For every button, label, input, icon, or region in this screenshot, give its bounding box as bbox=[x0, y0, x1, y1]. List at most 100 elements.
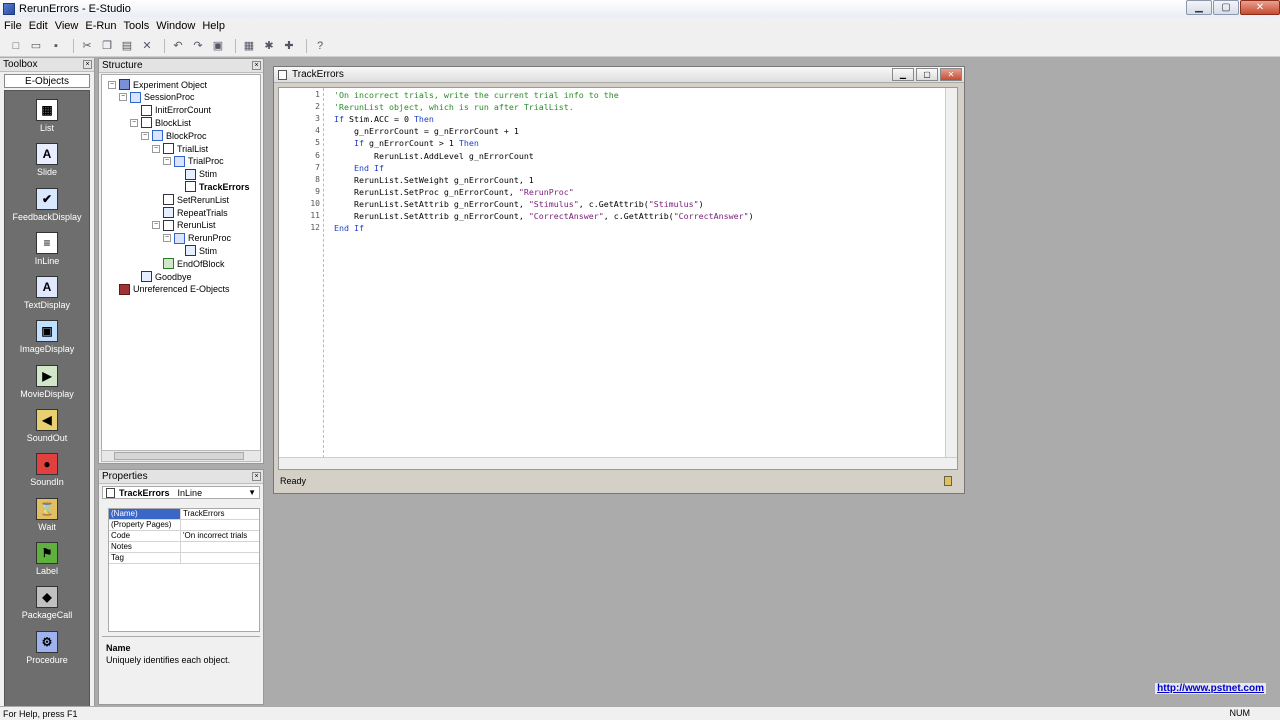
code-line[interactable]: 'RerunList object, which is run after Tr… bbox=[334, 102, 574, 112]
help-icon[interactable]: ? bbox=[312, 38, 328, 54]
property-value[interactable] bbox=[181, 520, 259, 530]
object-selector[interactable]: TrackErrors InLine ▼ bbox=[102, 486, 260, 499]
pstnet-link[interactable]: http://www.pstnet.com bbox=[1155, 683, 1266, 694]
new-icon[interactable]: □ bbox=[8, 38, 24, 54]
toolbox-item-label[interactable]: ⚑ Label bbox=[5, 541, 89, 586]
save-icon[interactable]: ▪ bbox=[48, 38, 64, 54]
menu-window[interactable]: Window bbox=[156, 20, 195, 32]
collapse-icon[interactable]: − bbox=[152, 144, 160, 153]
toolbox-item-inline[interactable]: ≡ InLine bbox=[5, 231, 89, 276]
close-icon[interactable]: × bbox=[83, 60, 92, 69]
close-button[interactable]: ✕ bbox=[1240, 0, 1280, 15]
tree-node[interactable]: Unreferenced E-Objects bbox=[108, 283, 230, 296]
tree-node[interactable]: − BlockList bbox=[130, 116, 191, 129]
code-line[interactable]: RerunList.AddLevel g_nErrorCount bbox=[334, 151, 534, 161]
tree-node[interactable]: − TrialProc bbox=[163, 155, 224, 168]
menu-help[interactable]: Help bbox=[202, 20, 225, 32]
editor-horizontal-scrollbar[interactable] bbox=[279, 457, 957, 469]
collapse-icon[interactable]: − bbox=[141, 131, 149, 140]
collapse-icon[interactable]: − bbox=[163, 157, 171, 166]
code-line[interactable]: RerunList.SetProc g_nErrorCount, "RerunP… bbox=[334, 187, 574, 197]
tree-node[interactable]: − RerunList bbox=[152, 219, 216, 232]
editor-minimize-button[interactable]: ▁ bbox=[892, 68, 914, 81]
code-line[interactable]: RerunList.SetAttrib g_nErrorCount, "Corr… bbox=[334, 211, 754, 221]
toolbox-item-feedbackdisplay[interactable]: ✔ FeedbackDisplay bbox=[5, 187, 89, 232]
line-number: 8 bbox=[315, 174, 320, 184]
code-line[interactable]: End If bbox=[334, 223, 364, 233]
tree-node[interactable]: − SessionProc bbox=[119, 91, 195, 104]
tree-node[interactable]: − RerunProc bbox=[163, 232, 231, 245]
code-line[interactable]: End If bbox=[334, 163, 384, 173]
property-value[interactable]: 'On incorrect trials bbox=[181, 531, 259, 541]
tab-e-objects[interactable]: E-Objects bbox=[4, 74, 90, 88]
tree-node[interactable]: TrackErrors bbox=[174, 180, 250, 193]
editor-vertical-scrollbar[interactable] bbox=[945, 88, 957, 458]
tools-icon[interactable]: ✚ bbox=[281, 38, 297, 54]
tree-node[interactable]: − Experiment Object bbox=[108, 78, 207, 91]
toolbox-item-imagedisplay[interactable]: ▣ ImageDisplay bbox=[5, 320, 89, 364]
paste-icon[interactable]: ▤ bbox=[119, 38, 135, 54]
code-line[interactable]: If g_nErrorCount > 1 Then bbox=[334, 138, 479, 148]
menu-edit[interactable]: Edit bbox=[29, 20, 48, 32]
tree-node[interactable]: Stim bbox=[174, 244, 217, 257]
collapse-icon[interactable]: − bbox=[163, 234, 171, 243]
collapse-icon[interactable]: − bbox=[130, 118, 138, 127]
tree-node[interactable]: InitErrorCount bbox=[130, 104, 211, 117]
collapse-icon[interactable]: − bbox=[119, 93, 127, 102]
editor-maximize-button[interactable]: ▢ bbox=[916, 68, 938, 81]
toolbox-item-soundout[interactable]: ◀ SoundOut bbox=[5, 409, 89, 453]
tree-node[interactable]: EndOfBlock bbox=[152, 257, 225, 270]
toolbox-item-procedure[interactable]: ⚙ Procedure bbox=[5, 630, 89, 675]
undo-icon[interactable]: ↶ bbox=[170, 38, 186, 54]
menu-erun[interactable]: E-Run bbox=[85, 20, 116, 32]
properties-icon[interactable]: ▣ bbox=[210, 38, 226, 54]
copy-icon[interactable]: ❐ bbox=[99, 38, 115, 54]
maximize-button[interactable]: ▢ bbox=[1213, 0, 1239, 15]
tree-node[interactable]: − TrialList bbox=[152, 142, 208, 155]
collapse-icon[interactable]: − bbox=[152, 221, 160, 230]
property-row[interactable]: (Property Pages) bbox=[109, 520, 259, 531]
collapse-icon[interactable]: − bbox=[108, 80, 116, 89]
tree-node[interactable]: Stim bbox=[174, 168, 217, 181]
toolbox-item-textdisplay[interactable]: A TextDisplay bbox=[5, 276, 89, 320]
property-row[interactable]: Tag bbox=[109, 553, 259, 564]
close-icon[interactable]: × bbox=[252, 472, 261, 481]
code-editor[interactable]: 1 2 3 4 5 6 7 8 9 10 11 12 'On incorrect trials, wr… bbox=[278, 87, 958, 470]
structure-scrollbar[interactable] bbox=[101, 450, 261, 462]
tree-node[interactable]: Goodbye bbox=[130, 270, 192, 283]
redo-icon[interactable]: ↷ bbox=[190, 38, 206, 54]
delete-icon[interactable]: ✕ bbox=[139, 38, 155, 54]
code-line[interactable]: 'On incorrect trials, write the current … bbox=[334, 90, 619, 100]
property-row[interactable]: Notes bbox=[109, 542, 259, 553]
scroll-thumb[interactable] bbox=[114, 452, 244, 460]
toolbox-item-list[interactable]: ▦ List bbox=[5, 99, 89, 143]
code-line[interactable]: RerunList.SetAttrib g_nErrorCount, "Stim… bbox=[334, 199, 704, 209]
menu-file[interactable]: File bbox=[4, 20, 22, 32]
property-value[interactable]: TrackErrors bbox=[181, 509, 259, 519]
toolbox-item-soundin[interactable]: ● SoundIn bbox=[5, 453, 89, 497]
property-row[interactable]: Code 'On incorrect trials bbox=[109, 531, 259, 542]
toolbox-item-wait[interactable]: ⌛ Wait bbox=[5, 497, 89, 542]
minimize-button[interactable]: ▁ bbox=[1186, 0, 1212, 15]
menu-view[interactable]: View bbox=[55, 20, 79, 32]
generate-icon[interactable]: ▦ bbox=[241, 38, 257, 54]
close-icon[interactable]: × bbox=[252, 61, 261, 70]
code-line[interactable]: g_nErrorCount = g_nErrorCount + 1 bbox=[334, 126, 519, 136]
toolbox-item-packagecall[interactable]: ◆ PackageCall bbox=[5, 586, 89, 630]
code-line[interactable]: RerunList.SetWeight g_nErrorCount, 1 bbox=[334, 175, 534, 185]
tree-node[interactable]: − BlockProc bbox=[141, 129, 207, 142]
run-icon[interactable]: ✱ bbox=[261, 38, 277, 54]
open-icon[interactable]: ▭ bbox=[28, 38, 44, 54]
code-line[interactable]: If Stim.ACC = 0 Then bbox=[334, 114, 434, 124]
toolbox-item-moviedisplay[interactable]: ▶ MovieDisplay bbox=[5, 364, 89, 409]
property-value[interactable] bbox=[181, 553, 259, 563]
property-value[interactable] bbox=[181, 542, 259, 552]
toolbox-item-slide[interactable]: A Slide bbox=[5, 143, 89, 187]
tree-node[interactable]: SetRerunList bbox=[152, 193, 229, 206]
tree-node[interactable]: RepeatTrials bbox=[152, 206, 228, 219]
editor-close-button[interactable]: ✕ bbox=[940, 68, 962, 81]
menu-tools[interactable]: Tools bbox=[124, 20, 150, 32]
property-row[interactable]: (Name) TrackErrors bbox=[109, 509, 259, 520]
chevron-down-icon[interactable]: ▼ bbox=[248, 488, 256, 497]
cut-icon[interactable]: ✂ bbox=[79, 38, 95, 54]
